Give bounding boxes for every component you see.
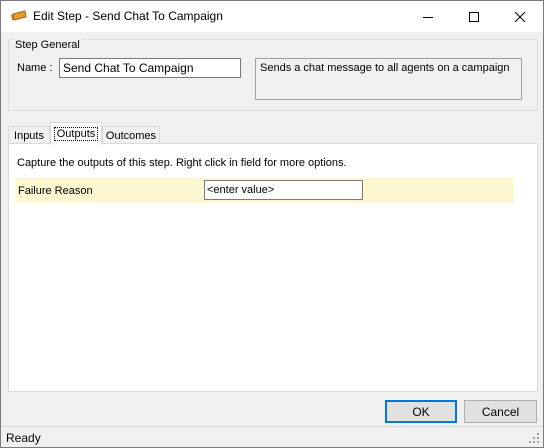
tab-inputs[interactable]: Inputs [8,126,50,144]
maximize-button[interactable] [451,1,497,32]
step-general-legend: Step General [13,39,82,51]
ok-button[interactable]: OK [385,400,457,423]
step-icon [11,10,27,22]
name-label: Name : [17,62,53,74]
name-input[interactable] [59,58,241,78]
window-title: Edit Step - Send Chat To Campaign [33,9,223,23]
close-icon [515,11,525,22]
tab-inputs-label: Inputs [14,129,44,142]
maximize-icon [469,11,479,22]
close-button[interactable] [497,1,543,32]
tab-outputs[interactable]: Outputs [50,122,102,145]
title-bar[interactable]: Edit Step - Send Chat To Campaign [1,1,543,32]
tab-outcomes[interactable]: Outcomes [102,126,160,144]
resize-grip-icon[interactable] [528,432,540,444]
edit-step-dialog: Edit Step - Send Chat To Campaign Step G… [0,0,544,448]
minimize-button[interactable] [405,1,451,32]
description-box: Sends a chat message to all agents on a … [255,58,522,100]
status-text: Ready [6,431,41,445]
outputs-panel: Capture the outputs of this step. Right … [8,143,538,392]
output-row-label: Failure Reason [18,185,93,197]
failure-reason-input[interactable] [204,180,363,200]
panel-instructions: Capture the outputs of this step. Right … [17,157,347,169]
cancel-button[interactable]: Cancel [464,400,537,423]
minimize-icon [423,16,433,18]
status-bar: Ready [1,426,543,447]
tab-outputs-label: Outputs [53,127,99,141]
tab-outcomes-label: Outcomes [105,129,157,142]
output-row-failure-reason: Failure Reason [15,178,514,203]
